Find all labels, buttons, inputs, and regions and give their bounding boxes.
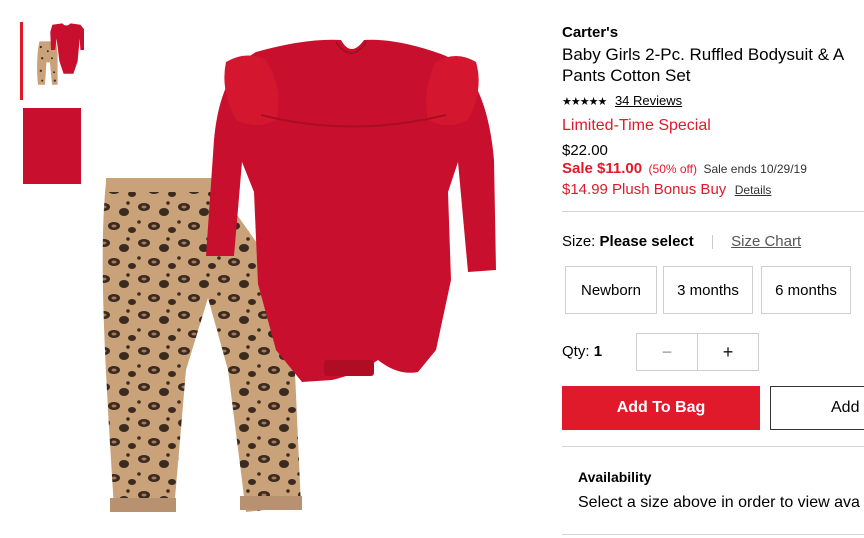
add-to-list-button[interactable]: Add bbox=[770, 386, 864, 430]
sale-price-row: Sale $11.00 (50% off) Sale ends 10/29/19 bbox=[562, 160, 807, 178]
thumbnail-outfit[interactable] bbox=[20, 22, 84, 100]
size-value: Please select bbox=[599, 233, 694, 250]
availability-title: Availability bbox=[578, 469, 652, 485]
availability-message: Select a size above in order to view ava bbox=[578, 494, 860, 511]
quantity-stepper: − + bbox=[636, 333, 759, 371]
quantity-value: 1 bbox=[593, 343, 603, 360]
divider bbox=[562, 446, 864, 447]
size-option-newborn[interactable]: Newborn bbox=[565, 266, 657, 314]
add-to-bag-button[interactable]: Add To Bag bbox=[562, 386, 760, 430]
promo-label: Limited-Time Special bbox=[562, 117, 711, 134]
discount-percent: (50% off) bbox=[648, 162, 697, 176]
divider bbox=[562, 534, 864, 535]
product-title-line1: Baby Girls 2-Pc. Ruffled Bodysuit & A bbox=[562, 45, 845, 64]
rating-row: ★★★★★ 34 Reviews bbox=[562, 93, 682, 108]
sale-ends-text: Sale ends 10/29/19 bbox=[703, 162, 807, 176]
original-price: $22.00 bbox=[562, 142, 608, 159]
brand-name: Carter's bbox=[562, 24, 619, 41]
size-chart-link[interactable]: Size Chart bbox=[731, 233, 801, 250]
separator bbox=[711, 235, 713, 250]
sale-price: Sale $11.00 bbox=[562, 160, 643, 177]
quantity-label: Qty: 1 bbox=[562, 343, 602, 360]
thumbnail-swatch[interactable] bbox=[20, 108, 84, 186]
details-link[interactable]: Details bbox=[735, 183, 772, 197]
decrement-button[interactable]: − bbox=[637, 334, 698, 370]
product-title: Baby Girls 2-Pc. Ruffled Bodysuit & A Pa… bbox=[562, 44, 864, 86]
size-label: Size: bbox=[562, 233, 596, 250]
product-image bbox=[96, 20, 516, 520]
reviews-link[interactable]: 34 Reviews bbox=[615, 93, 682, 108]
increment-button[interactable]: + bbox=[698, 334, 758, 370]
size-option-6-months[interactable]: 6 months bbox=[761, 266, 851, 314]
qty-label-text: Qty: bbox=[562, 343, 590, 360]
star-rating-icon: ★★★★★ bbox=[562, 96, 607, 108]
size-selector-header: Size: Please select Size Chart bbox=[562, 233, 801, 250]
bonus-offer-row: $14.99 Plush Bonus Buy Details bbox=[562, 181, 771, 199]
bonus-offer: $14.99 Plush Bonus Buy bbox=[562, 181, 727, 198]
divider bbox=[562, 211, 864, 212]
size-option-3-months[interactable]: 3 months bbox=[663, 266, 753, 314]
product-title-line2: Pants Cotton Set bbox=[562, 66, 691, 85]
